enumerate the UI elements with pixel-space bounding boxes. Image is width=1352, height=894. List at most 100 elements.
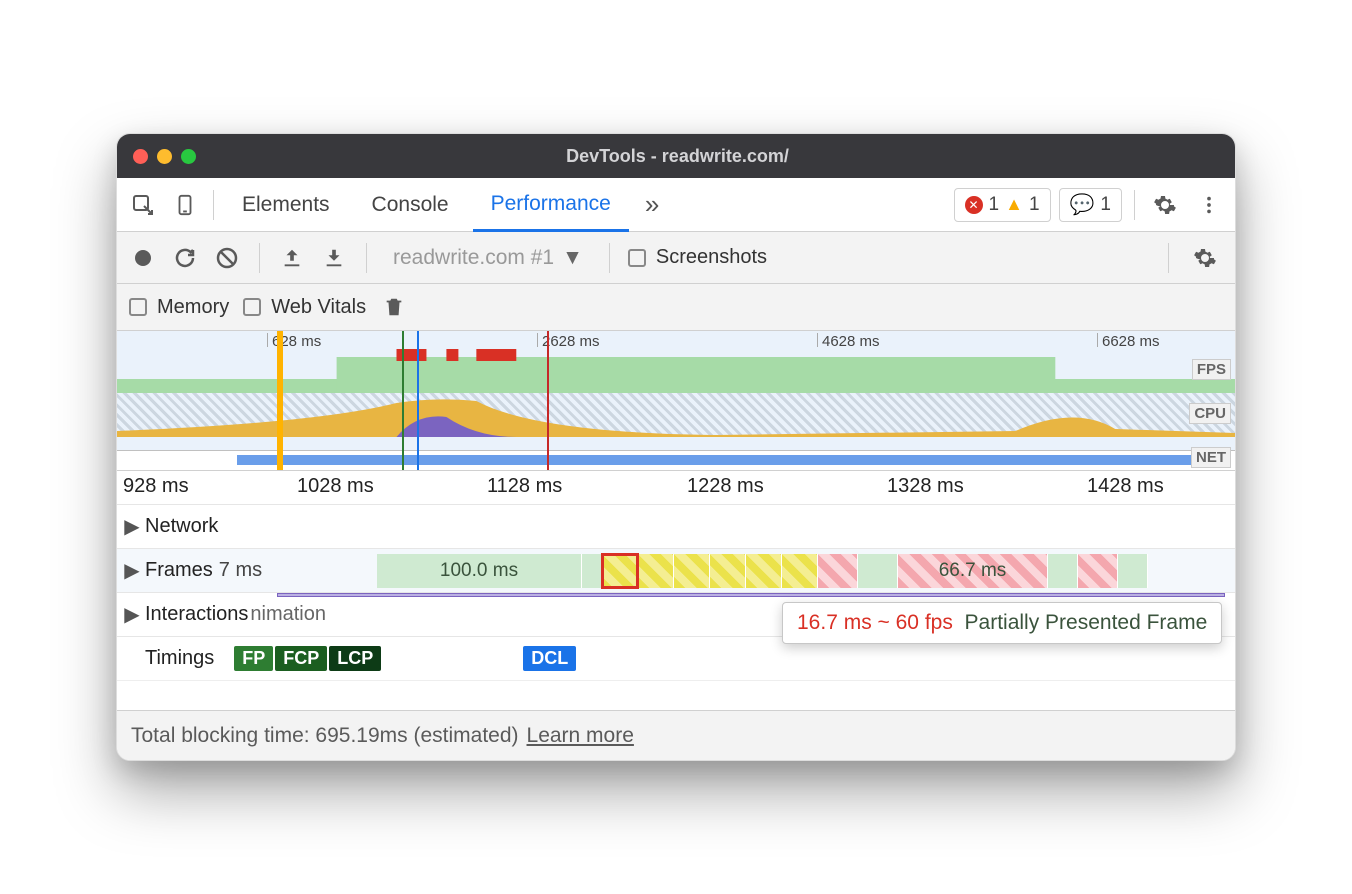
blocking-time-text: Total blocking time: 695.19ms (estimated… [131,724,519,748]
track-label: Interactions [145,603,248,626]
overview-selection-handle[interactable] [277,331,283,470]
frame-block[interactable]: 100.0 ms [377,554,582,588]
marker-line [402,331,404,470]
main-tabbar: Elements Console Performance » ✕ 1 ▲ 1 💬… [117,178,1235,232]
timing-fp[interactable]: FP [234,646,273,671]
frame-block[interactable] [1118,554,1148,588]
frame-block[interactable] [582,554,602,588]
cpu-lane [117,393,1235,437]
timing-fcp[interactable]: FCP [275,646,327,671]
close-icon[interactable] [133,149,148,164]
titlebar: DevTools - readwrite.com/ [117,134,1235,178]
overview-tick: 4628 ms [822,333,880,350]
track-frames[interactable]: ▶ Frames 7 ms 100.0 ms 16.7 ms ~ 60 fps … [117,548,1235,592]
trash-icon[interactable] [380,293,408,321]
devtools-window: DevTools - readwrite.com/ Elements Conso… [116,133,1236,761]
track-label: Network [145,515,218,538]
memory-checkbox[interactable]: Memory [129,296,229,319]
download-icon[interactable] [320,244,348,272]
perf-toolbar: readwrite.com #1 ▼ Screenshots [117,232,1235,284]
timing-lcp[interactable]: LCP [329,646,381,671]
webvitals-label: Web Vitals [271,296,366,319]
upload-icon[interactable] [278,244,306,272]
perf-toolbar-2: Memory Web Vitals [117,284,1235,330]
screenshots-label: Screenshots [656,246,767,269]
tooltip-label: Partially Presented Frame [965,611,1208,634]
fps-label: FPS [1192,359,1231,380]
target-dropdown[interactable]: readwrite.com #1 ▼ [385,246,591,270]
frame-block[interactable] [710,554,746,588]
chevron-down-icon: ▼ [562,246,583,270]
capture-settings-icon[interactable] [1187,240,1223,276]
cpu-label: CPU [1189,403,1231,424]
net-label: NET [1191,447,1231,468]
ruler-tick: 1228 ms [687,475,764,498]
frame-block[interactable] [674,554,710,588]
tooltip-timing: 16.7 ms ~ 60 fps [797,611,953,634]
frame-tooltip: 16.7 ms ~ 60 fps Partially Presented Fra… [782,602,1222,644]
ruler-tick: 1028 ms [297,475,374,498]
overview-strip[interactable]: 628 ms 2628 ms 4628 ms 6628 ms FPS CPU [117,330,1235,470]
message-icon: 💬 [1070,192,1095,217]
device-toggle-icon[interactable] [167,187,203,223]
tab-performance[interactable]: Performance [473,178,629,232]
overview-tick: 2628 ms [542,333,600,350]
warning-icon: ▲ [1005,194,1023,215]
detail-ruler[interactable]: 928 ms 1028 ms 1128 ms 1228 ms 1328 ms 1… [117,470,1235,504]
ruler-tick: 1428 ms [1087,475,1164,498]
message-count: 1 [1100,194,1111,216]
overview-tick: 6628 ms [1102,333,1160,350]
ruler-tick: 1128 ms [487,475,562,498]
frame-block[interactable]: 66.7 ms [898,554,1048,588]
track-label: Frames [145,559,213,582]
marker-line [417,331,419,470]
memory-label: Memory [157,296,229,319]
expand-icon[interactable]: ▶ [123,602,141,627]
frame-block[interactable] [1048,554,1078,588]
frame-block[interactable] [858,554,898,588]
minimize-icon[interactable] [157,149,172,164]
frames-lane: 100.0 ms 16.7 ms ~ 60 fps Partially Pres… [377,554,1225,588]
reload-record-button[interactable] [171,244,199,272]
inspect-icon[interactable] [125,187,161,223]
tab-elements[interactable]: Elements [224,178,348,232]
frame-block[interactable] [746,554,782,588]
net-lane [117,450,1235,470]
messages-pill[interactable]: 💬 1 [1059,188,1122,222]
screenshots-checkbox[interactable]: Screenshots [628,246,767,269]
frame-inline-label: 7 ms [219,559,262,582]
fps-lane [117,349,1235,393]
track-label: Timings [145,647,214,670]
marker-line [547,331,549,470]
frame-block[interactable] [782,554,818,588]
interactions-trailing: nimation [250,603,326,626]
frame-block[interactable] [818,554,858,588]
animation-bar [277,593,1225,597]
more-tabs-icon[interactable]: » [635,189,669,220]
issues-pill[interactable]: ✕ 1 ▲ 1 [954,188,1051,222]
window-title: DevTools - readwrite.com/ [206,146,1149,167]
warning-count: 1 [1029,194,1040,216]
settings-icon[interactable] [1147,187,1183,223]
ruler-tick: 928 ms [123,475,189,498]
zoom-icon[interactable] [181,149,196,164]
track-network[interactable]: ▶ Network [117,504,1235,548]
tab-console[interactable]: Console [354,178,467,232]
error-icon: ✕ [965,196,983,214]
clear-button[interactable] [213,244,241,272]
learn-more-link[interactable]: Learn more [527,724,634,748]
kebab-menu-icon[interactable] [1191,187,1227,223]
error-count: 1 [989,194,1000,216]
frame-block[interactable] [1078,554,1118,588]
target-label: readwrite.com #1 [393,246,554,270]
ruler-tick: 1328 ms [887,475,964,498]
frame-block[interactable] [638,554,674,588]
traffic-lights [133,149,196,164]
footer-bar: Total blocking time: 695.19ms (estimated… [117,710,1235,760]
expand-icon[interactable]: ▶ [123,558,141,583]
frame-block-selected[interactable]: 16.7 ms ~ 60 fps Partially Presented Fra… [602,554,638,588]
expand-icon[interactable]: ▶ [123,514,141,539]
record-button[interactable] [129,244,157,272]
timing-dcl[interactable]: DCL [523,646,576,671]
webvitals-checkbox[interactable]: Web Vitals [243,296,366,319]
